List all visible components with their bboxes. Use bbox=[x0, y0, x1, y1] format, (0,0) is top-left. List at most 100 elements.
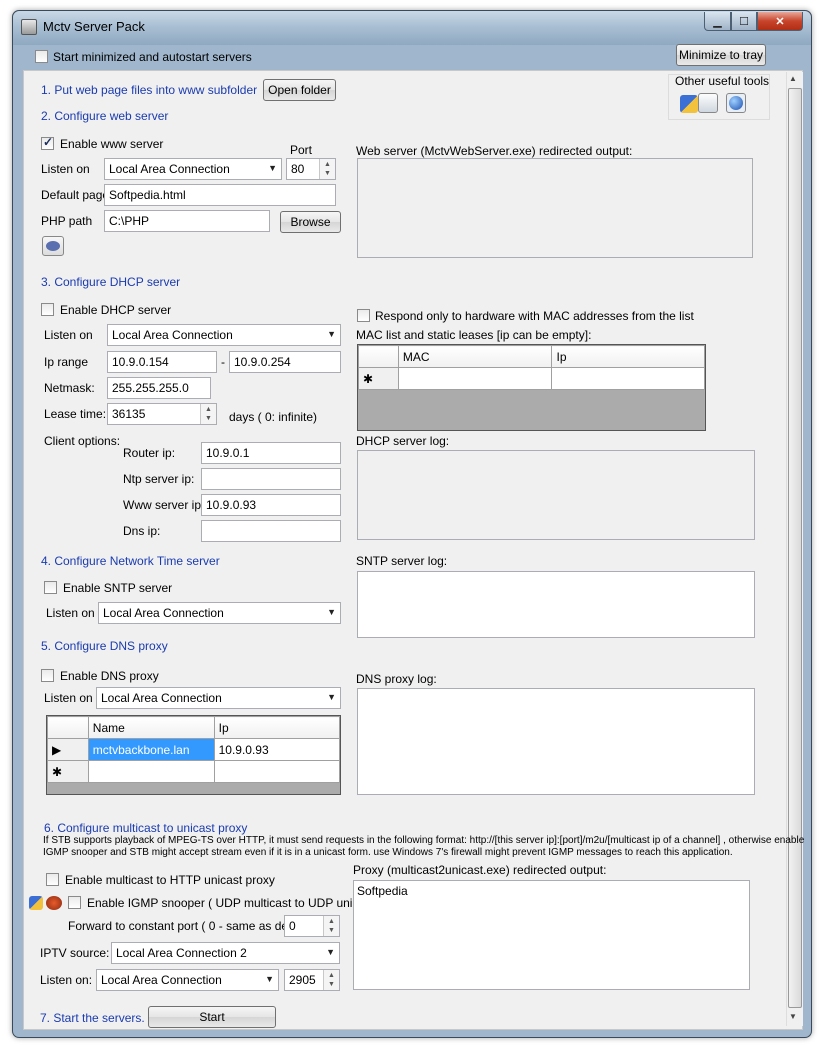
dns-log-label: DNS proxy log: bbox=[356, 672, 437, 686]
minimize-to-tray-button[interactable]: Minimize to tray bbox=[676, 44, 766, 66]
netmask-label: Netmask: bbox=[44, 381, 95, 395]
sntp-log-box[interactable] bbox=[357, 571, 755, 638]
igmp-snooper-checkbox[interactable] bbox=[68, 896, 81, 909]
www-listen-label: Listen on bbox=[41, 162, 90, 176]
ntp-ip-field[interactable] bbox=[201, 468, 341, 490]
enable-sntp-checkbox[interactable] bbox=[44, 581, 57, 594]
section7-label: 7. Start the servers. bbox=[40, 1011, 145, 1025]
igmp-snooper-label: Enable IGMP snooper ( UDP multicast to U… bbox=[87, 896, 379, 910]
dns-listen-label: Listen on bbox=[44, 691, 93, 705]
dns-listen-select[interactable]: Local Area Connection ▼ bbox=[96, 687, 341, 709]
port-value: 80 bbox=[291, 162, 305, 176]
lease-time-spinner[interactable]: 36135 ▲ ▼ bbox=[107, 403, 217, 425]
chevron-down-icon: ▼ bbox=[326, 947, 335, 957]
uac-shield-icon bbox=[29, 896, 43, 910]
scrollbar-thumb[interactable] bbox=[788, 88, 802, 1008]
close-button[interactable]: ✕ bbox=[757, 12, 803, 31]
spin-buttons[interactable]: ▲ ▼ bbox=[200, 404, 216, 424]
enable-multicast-label: Enable multicast to HTTP unicast proxy bbox=[65, 873, 275, 887]
chevron-down-icon: ▼ bbox=[327, 329, 336, 339]
router-ip-field[interactable]: 10.9.0.1 bbox=[201, 442, 341, 464]
scroll-up-arrow-icon[interactable]: ▲ bbox=[789, 74, 797, 83]
proxy-output-box[interactable]: Softpedia bbox=[353, 880, 750, 990]
section5-label: 5. Configure DNS proxy bbox=[41, 639, 168, 653]
multicast-note-1: If STB supports playback of MPEG-TS over… bbox=[43, 835, 805, 846]
chevron-down-icon: ▼ bbox=[327, 692, 336, 702]
dns-log-box[interactable] bbox=[357, 688, 755, 795]
proxy-port-spinner[interactable]: 2905 ▲ ▼ bbox=[284, 969, 340, 991]
forward-port-value: 0 bbox=[289, 919, 296, 933]
php-path-label: PHP path bbox=[41, 214, 93, 228]
enable-multicast-checkbox[interactable] bbox=[46, 873, 59, 886]
iptv-source-select[interactable]: Local Area Connection 2 ▼ bbox=[111, 942, 340, 964]
dns-new-ip-cell[interactable] bbox=[213, 760, 341, 783]
proxy-listen-value: Local Area Connection bbox=[101, 973, 222, 987]
ntp-ip-label: Ntp server ip: bbox=[123, 472, 195, 486]
mac-list-label: MAC list and static leases [ip can be em… bbox=[356, 328, 592, 342]
maximize-button[interactable]: ☐ bbox=[731, 12, 757, 31]
autostart-checkbox[interactable] bbox=[35, 50, 48, 63]
spin-buttons[interactable]: ▲ ▼ bbox=[323, 970, 339, 990]
proxy-output-label: Proxy (multicast2unicast.exe) redirected… bbox=[353, 863, 607, 877]
php-icon-button[interactable] bbox=[42, 236, 64, 256]
dns-ip-cell[interactable]: 10.9.0.93 bbox=[213, 738, 341, 761]
shield-icon[interactable] bbox=[680, 95, 698, 113]
netmask-field[interactable]: 255.255.255.0 bbox=[107, 377, 211, 399]
ip-column-header[interactable]: Ip bbox=[213, 716, 341, 739]
web-output-box[interactable] bbox=[357, 158, 753, 258]
www-ip-field[interactable]: 10.9.0.93 bbox=[201, 494, 341, 516]
spin-buttons[interactable]: ▲ ▼ bbox=[319, 159, 335, 179]
sntp-log-label: SNTP server log: bbox=[356, 554, 448, 568]
default-page-field[interactable]: Softpedia.html bbox=[104, 184, 336, 206]
tools-label: Other useful tools bbox=[675, 74, 770, 88]
tools-icon[interactable] bbox=[698, 93, 718, 113]
start-button[interactable]: Start bbox=[148, 1006, 276, 1028]
client-options-label: Client options: bbox=[44, 434, 121, 448]
title-bar[interactable]: Mctv Server Pack ▁ ☐ ✕ bbox=[13, 11, 811, 45]
ip-column-header[interactable]: Ip bbox=[551, 345, 705, 368]
lease-unit-label: days ( 0: infinite) bbox=[229, 410, 318, 424]
vertical-scrollbar[interactable]: ▲ ▼ bbox=[786, 72, 803, 1026]
enable-www-checkbox[interactable] bbox=[41, 135, 54, 150]
sntp-listen-select[interactable]: Local Area Connection ▼ bbox=[98, 602, 341, 624]
browse-button[interactable]: Browse bbox=[280, 211, 341, 233]
globe-icon-button[interactable] bbox=[726, 93, 746, 113]
enable-dns-checkbox[interactable] bbox=[41, 669, 54, 682]
mac-new-cell[interactable] bbox=[397, 367, 553, 390]
port-spinner[interactable]: 80 ▲ ▼ bbox=[286, 158, 336, 180]
dns-name-cell[interactable]: mctvbackbone.lan bbox=[87, 738, 215, 761]
chevron-down-icon: ▼ bbox=[327, 607, 336, 617]
name-column-header[interactable]: Name bbox=[87, 716, 215, 739]
spin-buttons[interactable]: ▲ ▼ bbox=[323, 916, 339, 936]
www-listen-select[interactable]: Local Area Connection ▼ bbox=[104, 158, 282, 180]
forward-port-spinner[interactable]: 0 ▲ ▼ bbox=[284, 915, 340, 937]
dns-grid[interactable]: Name Ip ▶ mctvbackbone.lan 10.9.0.93 ✱ bbox=[46, 715, 341, 795]
sntp-listen-label: Listen on bbox=[46, 606, 95, 620]
app-icon bbox=[21, 19, 37, 35]
dns-new-name-cell[interactable] bbox=[87, 760, 215, 783]
respond-mac-checkbox[interactable] bbox=[357, 309, 370, 322]
enable-dhcp-label: Enable DHCP server bbox=[60, 303, 172, 317]
iptv-source-value: Local Area Connection 2 bbox=[116, 946, 247, 960]
ip-range-label: Ip range bbox=[44, 355, 89, 369]
dhcp-log-box[interactable] bbox=[357, 450, 755, 540]
ip-range-to-field[interactable]: 10.9.0.254 bbox=[229, 351, 341, 373]
dhcp-listen-select[interactable]: Local Area Connection ▼ bbox=[107, 324, 341, 346]
php-path-field[interactable]: C:\PHP bbox=[104, 210, 270, 232]
globe-icon bbox=[729, 96, 743, 110]
section2-label: 2. Configure web server bbox=[41, 109, 169, 123]
minimize-button[interactable]: ▁ bbox=[704, 12, 731, 31]
ip-new-cell[interactable] bbox=[551, 367, 705, 390]
mac-list-grid[interactable]: MAC Ip ✱ bbox=[357, 344, 706, 431]
mac-column-header[interactable]: MAC bbox=[397, 345, 553, 368]
proxy-listen-label: Listen on: bbox=[40, 973, 93, 987]
proxy-listen-select[interactable]: Local Area Connection ▼ bbox=[96, 969, 279, 991]
ip-range-from-field[interactable]: 10.9.0.154 bbox=[107, 351, 217, 373]
dhcp-listen-value: Local Area Connection bbox=[112, 328, 233, 342]
open-folder-button[interactable]: Open folder bbox=[263, 79, 336, 101]
grid-corner bbox=[47, 716, 89, 739]
www-ip-label: Www server ip: bbox=[123, 498, 205, 512]
scroll-down-arrow-icon[interactable]: ▼ bbox=[789, 1012, 797, 1021]
enable-dhcp-checkbox[interactable] bbox=[41, 303, 54, 316]
dns-ip-field[interactable] bbox=[201, 520, 341, 542]
